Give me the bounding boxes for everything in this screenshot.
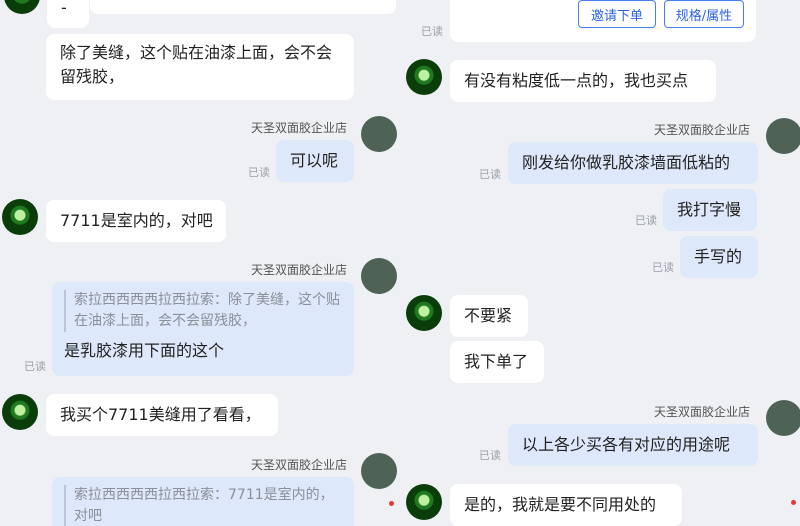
read-receipt: 已读 (24, 360, 46, 373)
read-receipt: 已读 (479, 449, 501, 462)
read-receipt: 已读 (635, 214, 657, 227)
invite-order-button[interactable]: 邀请下单 (578, 0, 656, 28)
customer-avatar[interactable] (4, 0, 40, 14)
shop-name-label: 天圣双面胶企业店 (251, 263, 348, 277)
shop-message-bubble: 我打字慢 (663, 189, 757, 231)
message-text: 可以呢 (290, 151, 339, 170)
customer-avatar[interactable] (2, 199, 38, 235)
customer-avatar[interactable] (406, 59, 442, 95)
quoted-reply-bubble: 索拉西西西西拉西拉索：除了美缝，这个贴在油漆上面，会不会留残胶， 是乳胶漆用下面… (52, 282, 354, 376)
shop-avatar[interactable] (361, 116, 397, 152)
shop-message-bubble: 刚发给你做乳胶漆墙面低粘的 (508, 142, 758, 184)
shop-avatar[interactable] (361, 258, 397, 294)
message-text: 手写的 (694, 247, 743, 266)
shop-name-label: 天圣双面胶企业店 (654, 123, 751, 137)
customer-message-bubble: 我买个7711美缝用了看看， (46, 394, 278, 436)
read-receipt: 已读 (652, 261, 674, 274)
message-text: 是乳胶漆用下面的这个 (64, 341, 225, 360)
message-text: 我买个7711美缝用了看看， (60, 405, 261, 424)
left-chat-pane: - 除了美缝，这个贴在油漆上面，会不会留残胶， 天圣双面胶企业店 已读 可以呢 … (0, 0, 400, 526)
read-receipt: 已读 (479, 168, 501, 181)
customer-message-bubble: 是的，我就是要不同用处的 (450, 484, 682, 526)
shop-message-bubble: 可以呢 (276, 140, 354, 182)
shop-avatar[interactable] (766, 400, 800, 436)
right-chat-pane: 邀请下单 规格/属性 已读 有没有粘度低一点的，我也买点 天圣双面胶企业店 已读… (400, 0, 800, 526)
quoted-message-text: 索拉西西西西拉西拉索：7711是室内的，对吧 (64, 485, 342, 526)
read-receipt: 已读 (248, 166, 270, 179)
shop-name-label: 天圣双面胶企业店 (251, 458, 348, 472)
quoted-reply-bubble: 索拉西西西西拉西拉索：7711是室内的，对吧 (52, 477, 354, 526)
shop-name-label: 天圣双面胶企业店 (654, 405, 751, 419)
shop-avatar[interactable] (766, 118, 800, 154)
unread-dot-icon (791, 500, 796, 505)
customer-message-bubble: 除了美缝，这个贴在油漆上面，会不会留残胶， (46, 34, 354, 100)
shop-name-label: 天圣双面胶企业店 (251, 121, 348, 135)
message-text: 刚发给你做乳胶漆墙面低粘的 (522, 153, 731, 172)
message-text: 我打字慢 (677, 200, 742, 219)
customer-avatar[interactable] (2, 394, 38, 430)
customer-message-bubble: 不要紧 (450, 295, 528, 337)
quoted-message-text: 索拉西西西西拉西拉索：除了美缝，这个贴在油漆上面，会不会留残胶， (64, 290, 342, 332)
message-text: 除了美缝，这个贴在油漆上面，会不会留残胶， (60, 43, 333, 86)
message-text: 不要紧 (464, 306, 513, 325)
partial-message-bubble (90, 0, 396, 14)
message-text: 以上各少买各有对应的用途呢 (522, 435, 731, 454)
unread-dot-icon (389, 501, 394, 506)
customer-message-bubble: 有没有粘度低一点的，我也买点 (450, 60, 716, 102)
customer-avatar[interactable] (406, 484, 442, 520)
message-text: 有没有粘度低一点的，我也买点 (464, 71, 689, 90)
message-text: 我下单了 (464, 352, 529, 371)
shop-avatar[interactable] (361, 453, 397, 489)
spec-attribute-button[interactable]: 规格/属性 (664, 0, 744, 28)
shop-message-bubble: 手写的 (680, 236, 758, 278)
shop-message-bubble: 以上各少买各有对应的用途呢 (508, 424, 758, 466)
message-text: 是的，我就是要不同用处的 (464, 495, 657, 514)
message-text: - (61, 0, 67, 17)
message-text: 7711是室内的，对吧 (60, 211, 213, 230)
partial-message-bubble: - (47, 0, 89, 28)
read-receipt: 已读 (421, 25, 443, 38)
customer-message-bubble: 7711是室内的，对吧 (46, 200, 226, 242)
customer-message-bubble: 我下单了 (450, 341, 544, 383)
customer-avatar[interactable] (406, 295, 442, 331)
